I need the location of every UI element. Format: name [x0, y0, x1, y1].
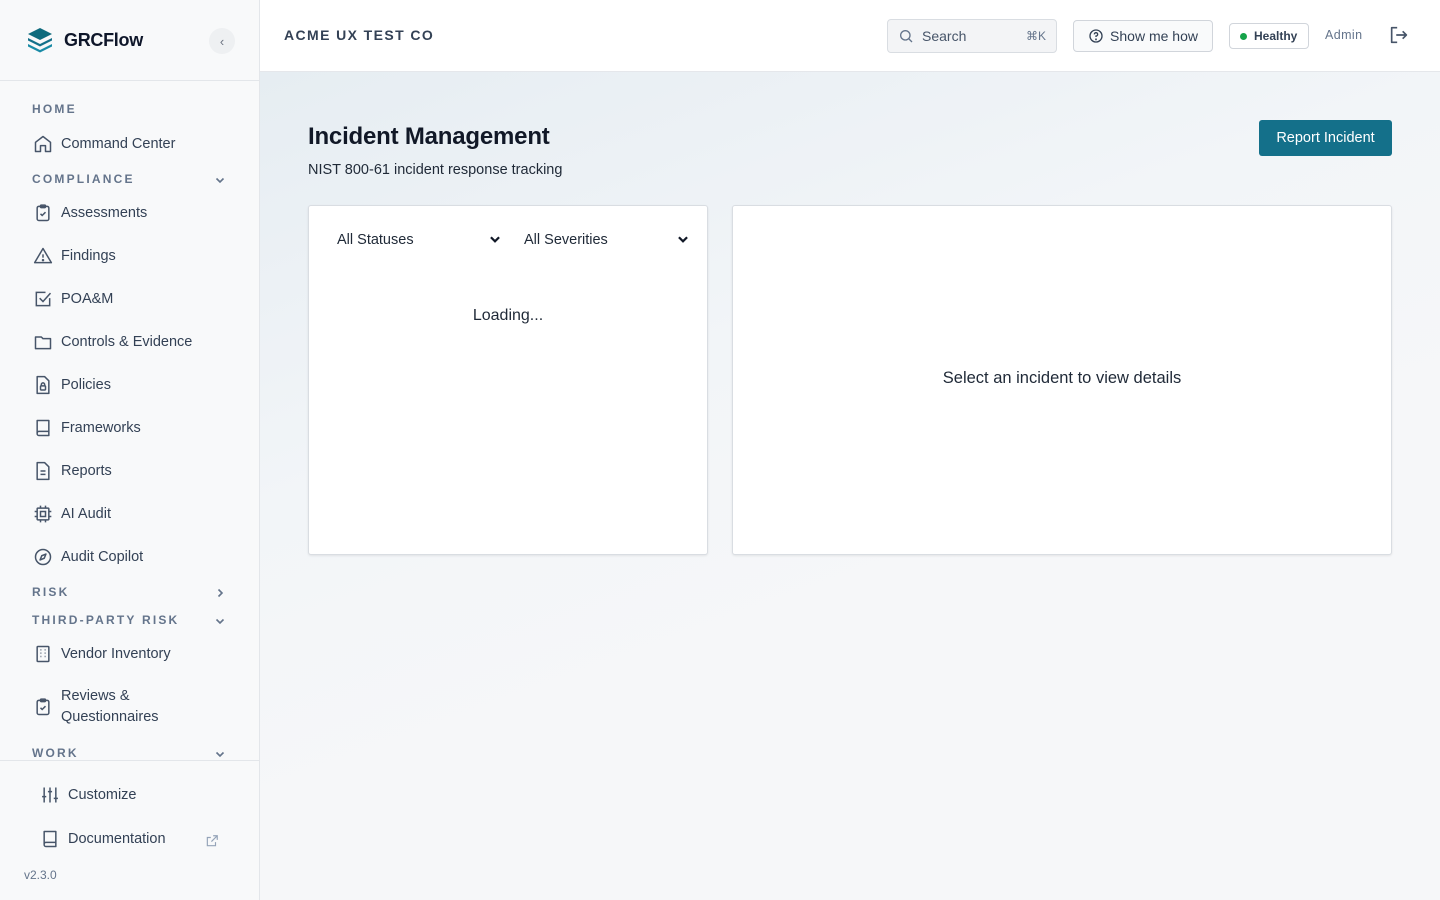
sidebar-nav: HOME Command Center COMPLIANCE Assessmen…	[0, 82, 259, 760]
warning-triangle-icon	[32, 245, 54, 267]
sidebar-item-label: Frameworks	[61, 419, 141, 436]
sidebar-item-label: Policies	[61, 376, 111, 393]
sidebar-item-findings[interactable]: Findings	[24, 245, 244, 267]
status-dot-icon	[1240, 32, 1247, 40]
show-me-how-button[interactable]: Show me how	[1073, 20, 1213, 52]
collapse-sidebar-button[interactable]: ‹	[209, 28, 235, 54]
sidebar-item-vendor-inventory[interactable]: Vendor Inventory	[24, 643, 244, 665]
sidebar-item-label: Audit Copilot	[61, 548, 144, 565]
chevron-down-icon	[676, 232, 690, 250]
incident-list-panel: All Statuses All Severities Loading...	[308, 205, 708, 555]
section-third-party-risk: THIRD-PARTY RISK	[32, 613, 180, 627]
sidebar-item-label: Assessments	[61, 204, 148, 221]
folder-icon	[32, 331, 54, 353]
sidebar-item-assessments[interactable]: Assessments	[24, 202, 244, 224]
search-input[interactable]: Search ⌘K	[887, 19, 1057, 53]
customize-button[interactable]: Customize	[40, 785, 137, 805]
report-incident-button[interactable]: Report Incident	[1259, 120, 1392, 156]
chevron-right-icon[interactable]	[212, 585, 228, 601]
user-menu[interactable]: Admin	[1325, 28, 1362, 42]
page-title: Incident Management	[308, 123, 550, 150]
sidebar-item-policies[interactable]: Policies	[24, 374, 244, 396]
logout-icon[interactable]	[1388, 24, 1410, 51]
sidebar-item-label: POA&M	[61, 290, 114, 307]
sidebar-item-reports[interactable]: Reports	[24, 460, 244, 482]
checkbox-icon	[32, 288, 54, 310]
page-subtitle: NIST 800-61 incident response tracking	[308, 162, 563, 178]
sliders-icon	[40, 785, 60, 805]
severity-filter-select[interactable]: All Severities	[524, 228, 690, 252]
help-circle-icon	[1088, 28, 1104, 44]
sidebar-item-label: Controls & Evidence	[61, 333, 193, 350]
sidebar-item-reviews-questionnaires[interactable]: Reviews & Questionnaires	[24, 686, 244, 728]
sidebar-item-frameworks[interactable]: Frameworks	[24, 417, 244, 439]
book-icon	[40, 829, 60, 849]
section-home: HOME	[32, 102, 77, 116]
topbar: ACME UX TEST CO Search ⌘K Show me how He…	[260, 0, 1440, 72]
sidebar-item-ai-audit[interactable]: AI Audit	[24, 503, 244, 525]
status-filter-select[interactable]: All Statuses	[337, 228, 502, 252]
loading-text: Loading...	[472, 307, 544, 324]
sidebar: GRCFlow ‹ HOME Command Center COMPLIANCE…	[0, 0, 260, 900]
sidebar-item-label: Command Center	[61, 135, 176, 152]
show-me-how-label: Show me how	[1110, 28, 1198, 44]
status-badge: Healthy	[1229, 23, 1309, 49]
chevron-left-icon: ‹	[219, 33, 225, 49]
building-icon	[32, 643, 54, 665]
chevron-down-icon[interactable]	[212, 746, 228, 760]
organization-name: ACME UX TEST CO	[284, 27, 435, 43]
sidebar-item-label: AI Audit	[61, 505, 111, 522]
incident-detail-panel: Select an incident to view details	[732, 205, 1392, 555]
status-label: Healthy	[1254, 29, 1298, 43]
sidebar-footer: Customize Documentation v2.3.0	[0, 760, 259, 900]
section-compliance: COMPLIANCE	[32, 172, 135, 186]
search-icon	[898, 28, 914, 44]
sidebar-item-label: Findings	[61, 247, 116, 264]
file-text-icon	[32, 460, 54, 482]
customize-label: Customize	[68, 787, 137, 803]
sidebar-item-label: Vendor Inventory	[61, 645, 171, 662]
clipboard-check-icon	[32, 202, 54, 224]
chevron-down-icon[interactable]	[212, 172, 228, 188]
sidebar-item-audit-copilot[interactable]: Audit Copilot	[24, 546, 244, 568]
sidebar-item-label: Reviews & Questionnaires	[61, 688, 159, 725]
section-work: WORK	[32, 746, 79, 760]
book-icon	[32, 417, 54, 439]
main-content: Incident Management NIST 800-61 incident…	[260, 72, 1440, 900]
external-link-icon	[205, 834, 219, 853]
sidebar-item-controls-evidence[interactable]: Controls & Evidence	[24, 331, 244, 353]
cpu-icon	[32, 503, 54, 525]
search-shortcut: ⌘K	[1025, 29, 1046, 43]
documentation-label: Documentation	[68, 831, 166, 847]
clipboard-check-icon	[32, 696, 54, 718]
grcflow-logo-icon	[24, 24, 56, 56]
compass-icon	[32, 546, 54, 568]
sidebar-item-label: Reports	[61, 462, 112, 479]
version-label: v2.3.0	[24, 868, 57, 882]
status-filter-value: All Statuses	[337, 232, 414, 248]
chevron-down-icon	[488, 232, 502, 250]
chevron-down-icon[interactable]	[212, 613, 228, 629]
search-label: Search	[922, 28, 967, 44]
section-risk: RISK	[32, 585, 70, 599]
documentation-link[interactable]: Documentation	[40, 829, 166, 849]
sidebar-item-command-center[interactable]: Command Center	[24, 133, 244, 155]
sidebar-item-poam[interactable]: POA&M	[24, 288, 244, 310]
home-icon	[32, 133, 54, 155]
empty-state-text: Select an incident to view details	[942, 369, 1182, 387]
brand-name: GRCFlow	[64, 29, 143, 50]
severity-filter-value: All Severities	[524, 232, 608, 248]
brand-header: GRCFlow ‹	[0, 0, 259, 81]
file-lock-icon	[32, 374, 54, 396]
